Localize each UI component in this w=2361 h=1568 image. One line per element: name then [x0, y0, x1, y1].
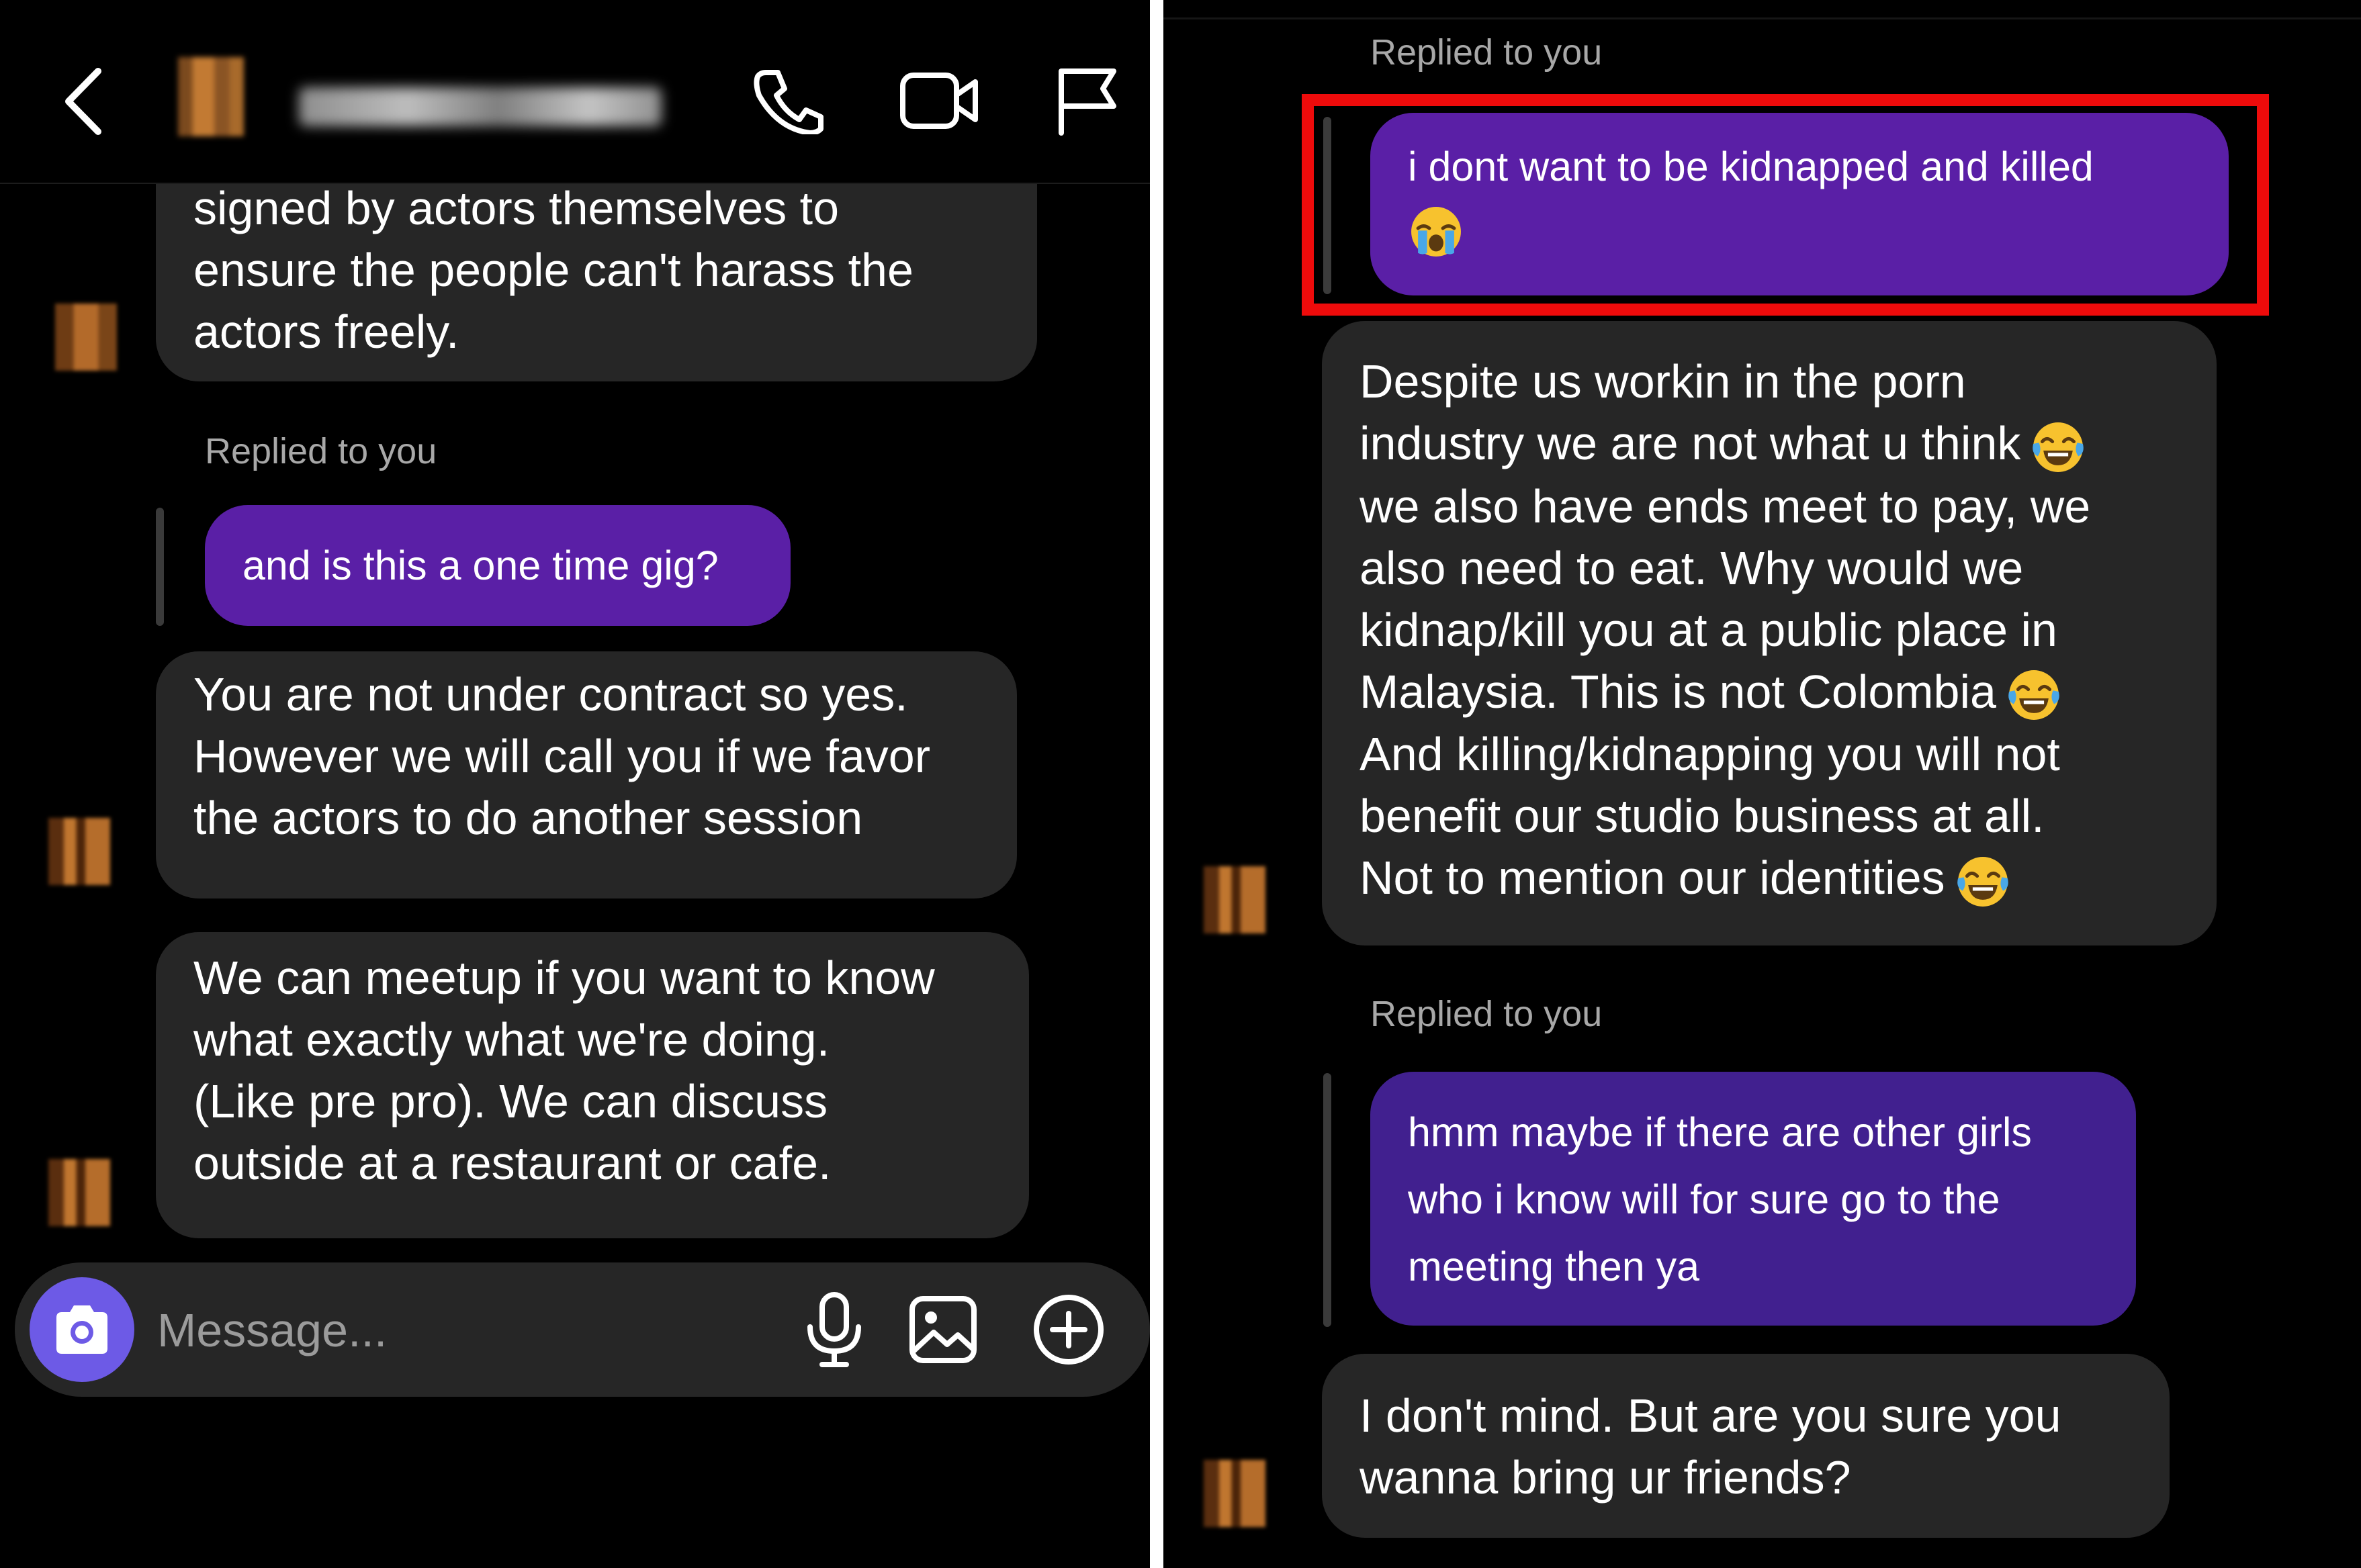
message-line: kidnap/kill you at a public place in [1360, 603, 2057, 656]
top-separator [1163, 17, 2361, 19]
chat-header [0, 0, 1150, 184]
message-line: signed by actors themselves to [193, 182, 840, 234]
message-bubble: I don't mind. But are you sure you wanna… [1322, 1354, 2170, 1538]
replied-label: Replied to you [1370, 32, 1603, 73]
message-line: also need to eat. Why would we [1360, 541, 2024, 594]
message-line: ensure the people can't harass the [193, 244, 914, 296]
message-input[interactable] [156, 1299, 763, 1362]
reply-indicator-bar [1323, 1073, 1331, 1327]
replied-label: Replied to you [1370, 994, 1603, 1034]
sent-message-bubble: hmm maybe if there are other girls who i… [1370, 1072, 2136, 1326]
message-line: industry we are not what u think [1360, 412, 2179, 475]
chat-screenshot-left: signed by actors themselves to ensure th… [0, 0, 1150, 1568]
message-line: we also have ends meet to pay, we [1360, 479, 2091, 533]
message-bubble: Despite us workin in the porn industry w… [1322, 321, 2217, 946]
message-text: Not to mention our identities [1360, 851, 1945, 905]
camera-button[interactable] [30, 1277, 134, 1382]
message-line: hmm maybe if there are other girls [1408, 1109, 2032, 1155]
message-line: meeting then ya [1408, 1244, 1700, 1289]
sender-avatar [48, 1159, 110, 1226]
message-line: actors freely. [193, 306, 459, 358]
image-icon[interactable] [908, 1295, 978, 1365]
message-line: (Like pre pro). We can discuss [193, 1075, 828, 1127]
message-line: wanna bring ur friends? [1360, 1451, 1851, 1504]
tears-of-joy-face-icon [2030, 419, 2086, 475]
message-line: We can meetup if you want to know [193, 952, 935, 1004]
message-line: Despite us workin in the porn [1360, 355, 1966, 408]
video-camera-icon[interactable] [899, 68, 979, 133]
message-line: And killing/kidnapping you will not [1360, 728, 2060, 781]
highlight-box [1302, 94, 2269, 316]
message-line: and is this a one time gig? [242, 543, 719, 588]
message-line: what exactly what we're doing. [193, 1013, 830, 1066]
replied-label: Replied to you [205, 431, 437, 471]
message-line: Malaysia. This is not Colombia [1360, 661, 2179, 724]
message-bubble: We can meetup if you want to know what e… [156, 932, 1029, 1238]
sender-avatar [55, 304, 117, 371]
contact-avatar[interactable] [178, 57, 244, 136]
camera-icon [56, 1305, 107, 1354]
message-line: Not to mention our identities [1360, 847, 2179, 910]
message-text: Malaysia. This is not Colombia [1360, 665, 1996, 718]
message-text: industry we are not what u think [1360, 417, 2021, 469]
message-bubble: You are not under contract so yes. Howev… [156, 651, 1017, 898]
message-line: However we will call you if we favor [193, 730, 931, 782]
message-line: You are not under contract so yes. [193, 668, 908, 721]
chevron-left-icon[interactable] [59, 64, 106, 138]
tears-of-joy-face-icon [1955, 854, 2011, 910]
sender-avatar [48, 818, 110, 885]
message-line: I don't mind. But are you sure you [1360, 1389, 2061, 1442]
reply-indicator-bar [156, 508, 164, 626]
plus-circle-icon[interactable] [1032, 1293, 1105, 1366]
contact-name-redacted[interactable] [299, 87, 662, 126]
message-line: who i know will for sure go to the [1408, 1177, 2000, 1222]
message-line: benefit our studio business at all. [1360, 790, 2045, 843]
message-line: outside at a restaurant or cafe. [193, 1137, 832, 1189]
flag-icon[interactable] [1055, 66, 1120, 136]
microphone-icon[interactable] [801, 1292, 868, 1367]
tears-of-joy-face-icon [2006, 667, 2062, 723]
sender-avatar [1204, 866, 1265, 933]
phone-icon[interactable] [751, 67, 825, 134]
sender-avatar [1204, 1460, 1265, 1527]
message-composer [15, 1262, 1150, 1397]
sent-message-bubble: and is this a one time gig? [205, 505, 791, 626]
message-line: the actors to do another session [193, 792, 863, 844]
image-divider [1150, 0, 1163, 1568]
